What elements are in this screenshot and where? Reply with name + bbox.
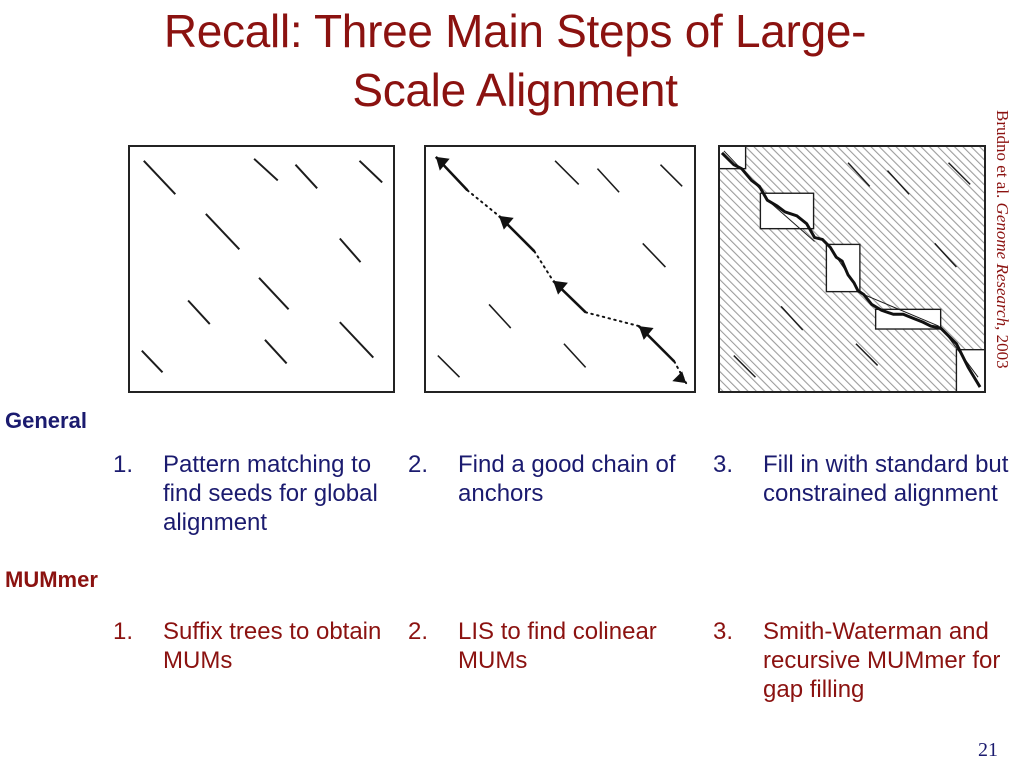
step-number: 1.	[113, 618, 134, 645]
step-general-2: 2. Find a good chain of anchors	[408, 450, 698, 508]
step-mummer-1: 1. Suffix trees to obtain MUMs	[113, 617, 398, 675]
source-credit: Brudno et al. Genome Research, 2003	[985, 110, 1019, 440]
step-mummer-2: 2. LIS to find colinear MUMs	[408, 617, 698, 675]
chain-arrowheads	[435, 156, 687, 384]
step-text: Fill in with standard but constrained al…	[763, 451, 1009, 507]
step-general-3: 3. Fill in with standard but constrained…	[713, 450, 1018, 508]
step-text: Find a good chain of anchors	[458, 451, 676, 507]
constrained-alignment-dotplot-svg	[720, 147, 984, 391]
row-label-mummer: MUMmer	[5, 567, 98, 592]
seeds-dotplot-svg	[141, 158, 383, 373]
anchor-chain-dotplot-svg	[434, 155, 688, 385]
step-text: Pattern matching to find seeds for globa…	[163, 451, 378, 536]
step-general-1: 1. Pattern matching to find seeds for gl…	[113, 450, 398, 537]
step-text: LIS to find colinear MUMs	[458, 618, 657, 674]
credit-year: , 2003	[993, 326, 1012, 369]
step-text: Smith-Waterman and recursive MUMmer for …	[763, 618, 1001, 703]
page-title: Recall: Three Main Steps of Large- Scale…	[163, 5, 867, 116]
figure-panel-seeds	[128, 145, 395, 393]
figure-panel-anchor-chain	[424, 145, 696, 393]
page-number: 21	[978, 739, 998, 761]
background-seed-segments	[437, 160, 683, 378]
figure-panel-constrained-alignment	[718, 145, 986, 393]
credit-journal: Genome Research	[993, 202, 1012, 327]
credit-authors: Brudno et al.	[993, 110, 1012, 203]
step-number: 1.	[113, 451, 134, 478]
step-number: 3.	[713, 618, 734, 645]
step-number: 2.	[408, 451, 429, 478]
anchor-segments	[434, 155, 676, 363]
row-label-general: General	[5, 408, 87, 433]
step-mummer-3: 3. Smith-Waterman and recursive MUMmer f…	[713, 617, 1018, 704]
seed-segments	[141, 158, 383, 373]
step-number: 3.	[713, 451, 734, 478]
step-number: 2.	[408, 618, 429, 645]
step-text: Suffix trees to obtain MUMs	[163, 618, 382, 674]
